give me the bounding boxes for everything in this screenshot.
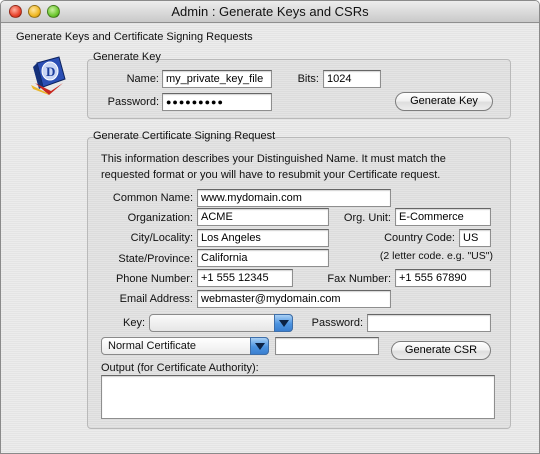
key-name-label: Name: xyxy=(126,73,159,85)
window-title: Admin : Generate Keys and CSRs xyxy=(171,4,369,19)
email-input[interactable] xyxy=(197,290,391,308)
certificate-app-icon: D xyxy=(29,53,69,97)
svg-text:D: D xyxy=(46,64,55,79)
certificate-type-value: Normal Certificate xyxy=(108,340,197,352)
org-unit-input[interactable] xyxy=(395,208,491,226)
country-code-input[interactable] xyxy=(459,229,491,247)
csr-info-line-2: requested format or you will have to res… xyxy=(101,169,441,181)
phone-input[interactable] xyxy=(197,269,293,287)
title-bar[interactable]: Admin : Generate Keys and CSRs xyxy=(1,1,539,23)
certificate-extra-input[interactable] xyxy=(275,337,379,355)
generate-key-button[interactable]: Generate Key xyxy=(395,92,493,111)
key-select[interactable] xyxy=(149,314,293,332)
key-password-input[interactable] xyxy=(162,93,272,111)
common-name-label: Common Name: xyxy=(112,192,193,204)
key-name-input[interactable] xyxy=(162,70,272,88)
chevron-down-icon xyxy=(274,314,293,332)
country-code-label: Country Code: xyxy=(384,232,455,244)
csr-password-input[interactable] xyxy=(367,314,491,332)
app-window: Admin : Generate Keys and CSRs Generate … xyxy=(0,0,540,454)
output-textarea[interactable] xyxy=(101,375,495,419)
organization-label: Organization: xyxy=(127,212,193,224)
common-name-input[interactable] xyxy=(197,189,391,207)
phone-label: Phone Number: xyxy=(115,273,193,285)
certificate-type-select[interactable]: Normal Certificate xyxy=(101,337,269,355)
csr-info-line-1: This information describes your Distingu… xyxy=(101,153,446,165)
org-unit-label: Org. Unit: xyxy=(343,212,391,224)
state-label: State/Province: xyxy=(118,253,193,265)
key-password-label: Password: xyxy=(107,96,159,108)
key-select-label: Key: xyxy=(122,317,145,329)
csr-password-label: Password: xyxy=(311,317,363,329)
state-input[interactable] xyxy=(197,249,329,267)
fax-label: Fax Number: xyxy=(327,273,391,285)
email-label: Email Address: xyxy=(119,293,193,305)
country-code-hint: (2 letter code. e.g. "US") xyxy=(379,250,493,262)
chevron-down-icon xyxy=(250,337,269,355)
generate-csr-button[interactable]: Generate CSR xyxy=(391,341,491,360)
bits-input[interactable] xyxy=(323,70,381,88)
page-heading: Generate Keys and Certificate Signing Re… xyxy=(16,31,253,43)
city-input[interactable] xyxy=(197,229,329,247)
organization-input[interactable] xyxy=(197,208,329,226)
fax-input[interactable] xyxy=(395,269,491,287)
csr-title: Generate Certificate Signing Request xyxy=(93,130,276,142)
city-label: City/Locality: xyxy=(130,232,193,244)
bits-label: Bits: xyxy=(297,73,319,85)
generate-key-title: Generate Key xyxy=(93,51,161,63)
output-label: Output (for Certificate Authority): xyxy=(101,362,259,374)
